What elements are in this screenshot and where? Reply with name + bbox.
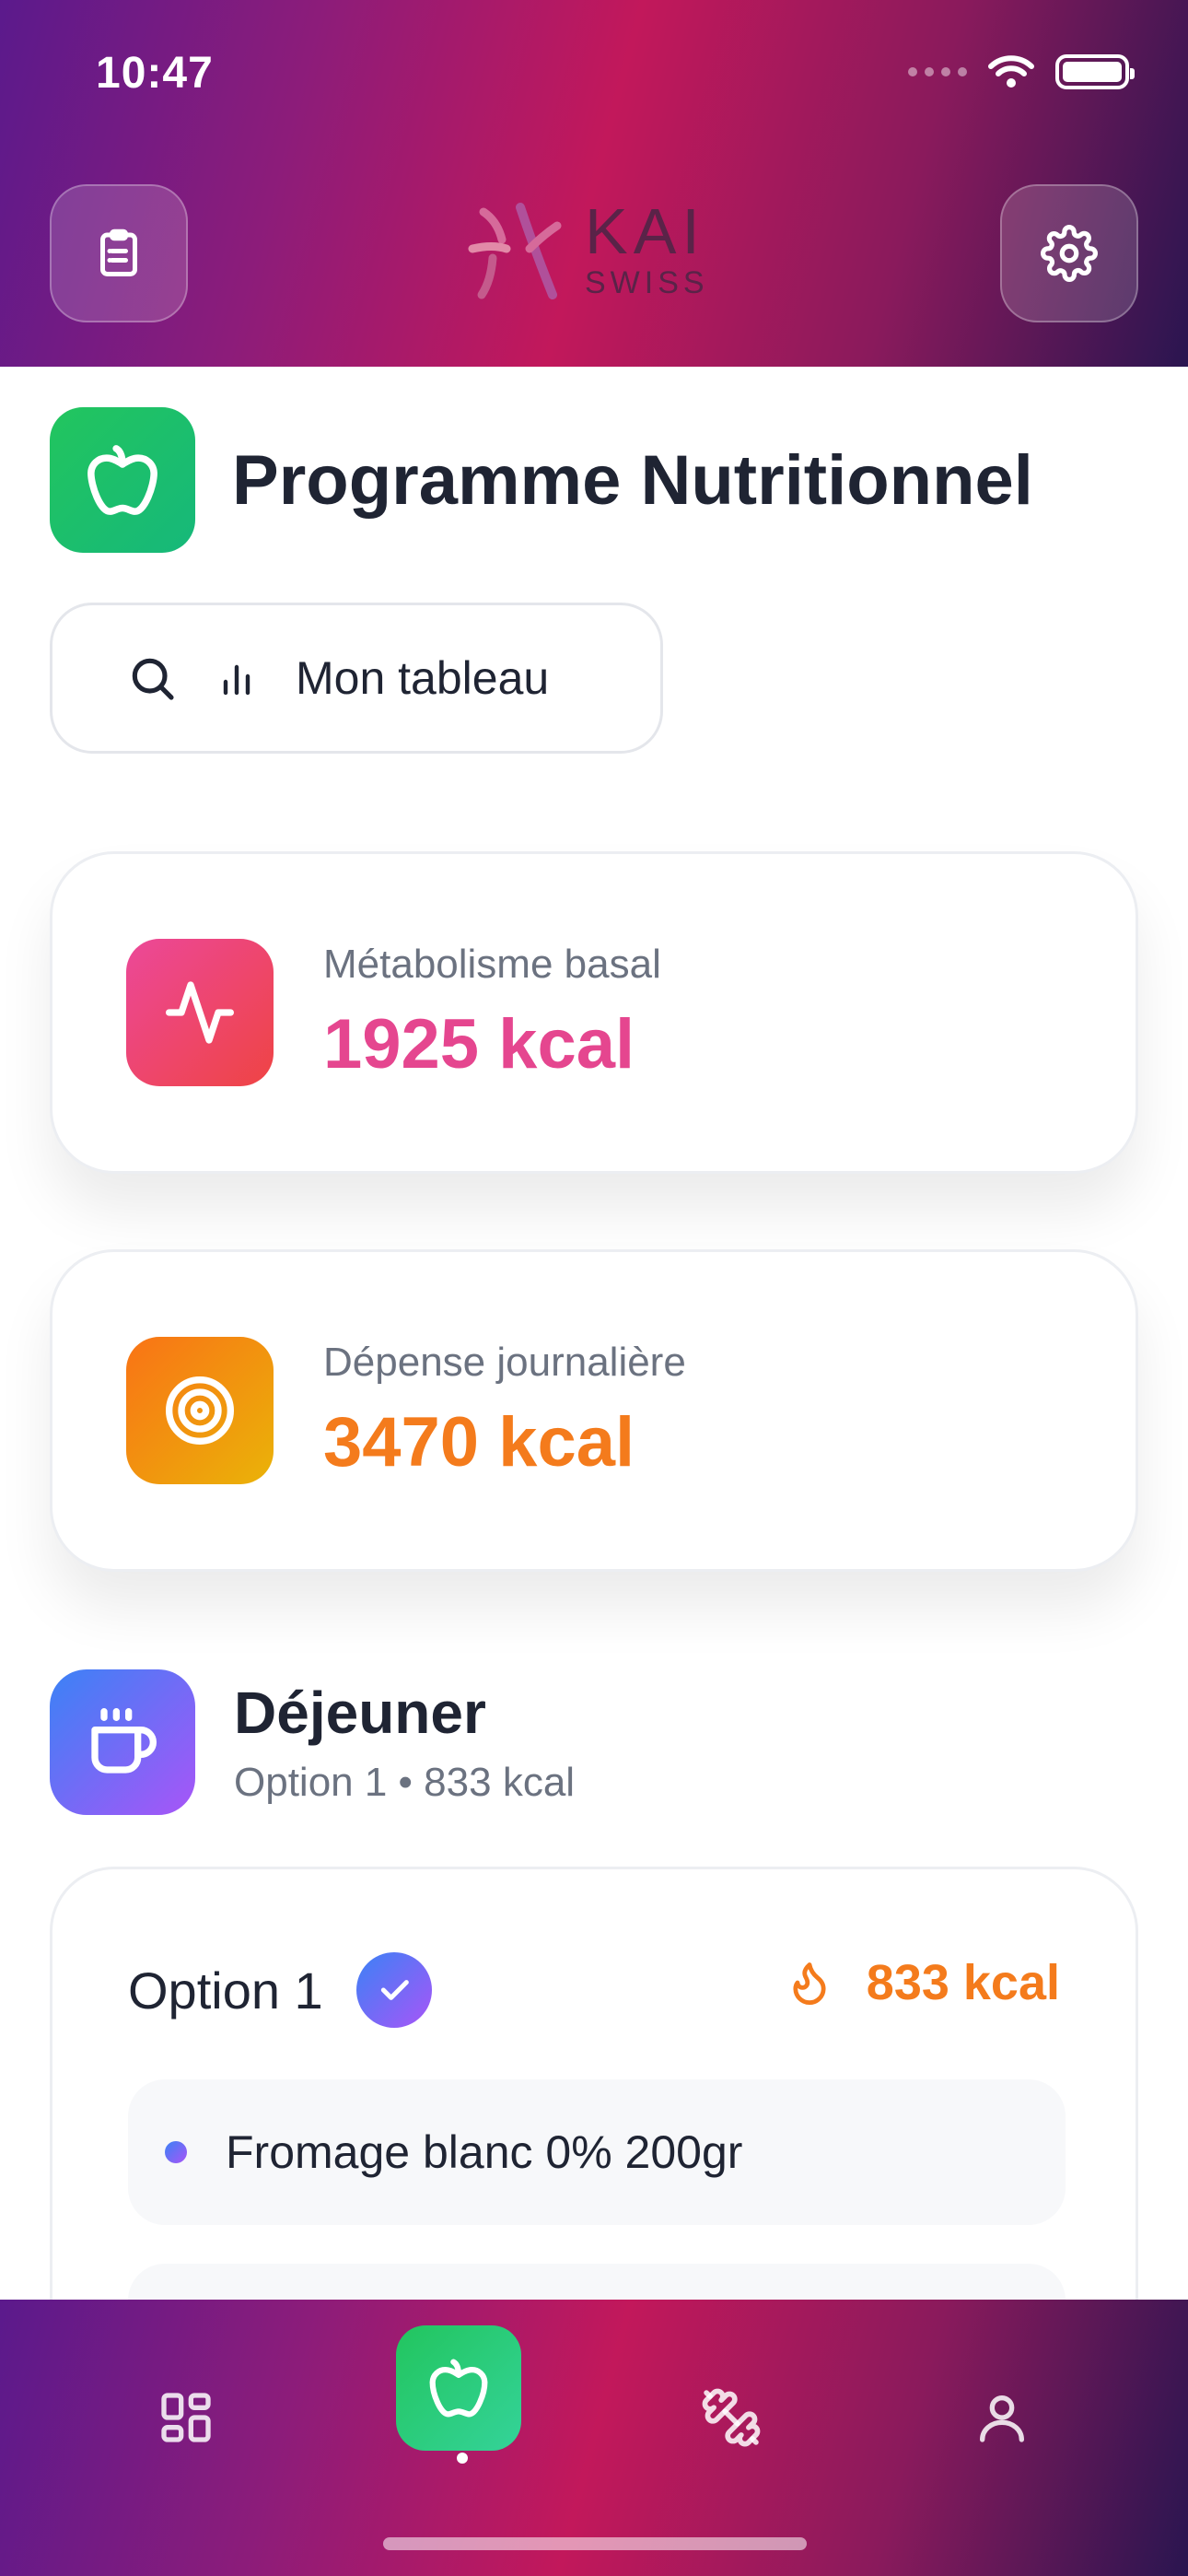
logo-text-secondary: SWISS [585,265,709,300]
nav-profile[interactable] [939,2355,1065,2480]
food-item-label: Fromage blanc 0% 200gr [226,2126,743,2178]
dashboard-button-label: Mon tableau [296,652,550,704]
coffee-cup-icon [91,1708,157,1774]
logo-text-primary: KAI [585,195,705,267]
nav-nutrition[interactable] [396,2325,521,2451]
stat-value: 3470 kcal [323,1402,635,1481]
user-icon [980,2395,1024,2442]
dashboard-button[interactable]: Mon tableau [50,603,663,754]
flame-icon [793,1962,826,2005]
stat-label: Métabolisme basal [323,941,661,987]
search-icon [132,658,174,700]
apple-icon [429,2359,488,2418]
nav-dashboard[interactable] [123,2355,249,2480]
app-logo: KAI SWISS [465,193,709,304]
target-icon [166,1376,234,1445]
active-indicator-dot [457,2453,468,2464]
clipboard-button[interactable] [50,184,188,322]
stat-icon-badge [126,939,274,1086]
settings-button[interactable] [1000,184,1138,322]
bottom-navigation [0,2300,1188,2576]
dumbbell-icon [702,2388,761,2447]
nav-workout[interactable] [669,2355,794,2480]
meal-title: Déjeuner [234,1680,486,1746]
bar-chart-icon [223,664,250,696]
battery-icon [1055,54,1135,89]
meal-icon-badge [50,1669,195,1815]
basal-metabolism-card: Métabolisme basal 1925 kcal [50,851,1138,1174]
activity-icon [166,981,234,1044]
meal-header: Déjeuner Option 1 • 833 kcal [50,1669,575,1815]
daily-expenditure-card: Dépense journalière 3470 kcal [50,1249,1138,1572]
grid-icon [161,2393,211,2442]
page-title: Programme Nutritionnel [232,440,1033,520]
bullet-dot [165,2141,187,2163]
clipboard-icon [100,228,137,276]
food-item[interactable]: Fromage blanc 0% 200gr [128,2079,1066,2225]
stat-icon-badge [126,1337,274,1484]
title-icon-badge [50,407,195,553]
apple-icon [87,445,157,515]
option-title: Option 1 [128,1961,323,2020]
stat-value: 1925 kcal [323,1004,635,1083]
wifi-icon [988,55,1034,88]
kai-logo-mark [468,203,562,299]
gear-icon [1041,225,1098,282]
status-icons [908,53,1135,90]
option-header: Option 1 [128,1952,432,2028]
home-indicator[interactable] [383,2537,807,2550]
page-title-row: Programme Nutritionnel [50,407,1033,553]
signal-icon [908,67,967,76]
app-header: 10:47 KAI SWISS [0,0,1188,367]
option-kcal: 833 kcal [786,1954,1060,2011]
option-kcal-value: 833 kcal [866,1955,1060,2010]
stat-label: Dépense journalière [323,1339,686,1385]
status-time: 10:47 [96,49,214,98]
meal-subtitle: Option 1 • 833 kcal [234,1760,576,1805]
check-icon [355,1952,432,2028]
